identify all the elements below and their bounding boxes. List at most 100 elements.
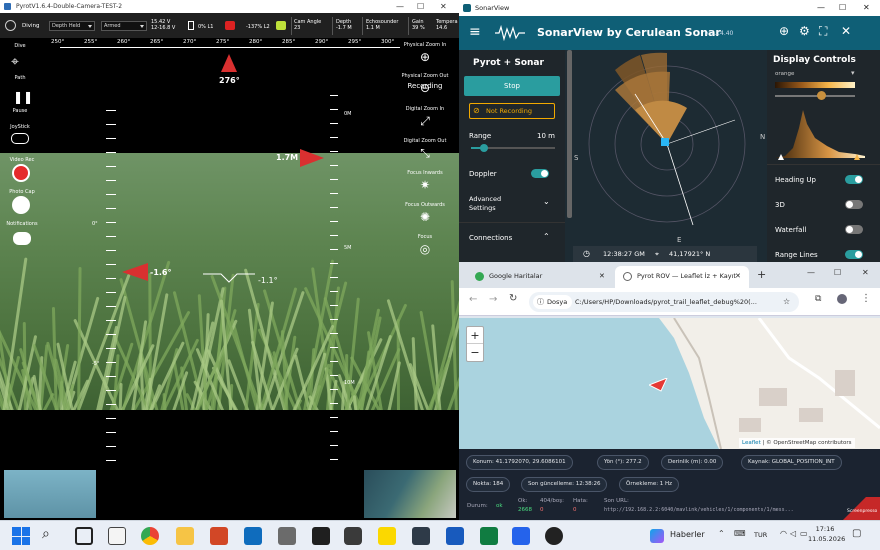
start-button[interactable] (12, 527, 30, 545)
avatar[interactable] (837, 294, 847, 304)
forward-icon[interactable]: → (489, 294, 497, 305)
tool-recording-label[interactable]: Recording (398, 82, 452, 90)
sticky-notes-icon[interactable] (378, 527, 396, 545)
media-player-icon[interactable] (545, 527, 563, 545)
chevron-up-icon[interactable]: ⌃ (543, 232, 550, 241)
search-icon[interactable]: ⌕ (42, 526, 50, 542)
calculator-icon[interactable] (278, 527, 296, 545)
maximize-button[interactable]: ☐ (417, 0, 424, 13)
volume-icon[interactable]: ◁ (790, 529, 796, 538)
pitch-tick (106, 124, 116, 125)
fullscreen-icon[interactable]: ⛶ (819, 24, 827, 39)
widgets-icon[interactable] (108, 527, 126, 545)
target-icon[interactable]: ⊕ (779, 24, 789, 38)
sonar-display[interactable] (575, 50, 765, 246)
chat-bubble-icon[interactable] (13, 232, 31, 245)
gamepad-icon[interactable] (11, 133, 29, 144)
close-button[interactable]: ✕ (862, 268, 869, 277)
chevron-down-icon[interactable]: ▾ (851, 69, 855, 77)
range-slider-handle[interactable] (479, 144, 488, 152)
back-icon[interactable]: ← (469, 294, 477, 305)
close-button[interactable]: ✕ (863, 0, 870, 16)
gain-slider[interactable] (775, 95, 855, 97)
connections-label[interactable]: Connections (469, 234, 512, 242)
leaflet-map[interactable]: + − Leaflet | © OpenStreetMap contributo… (459, 318, 880, 449)
advanced-settings-label[interactable]: Advanced Settings (469, 195, 525, 213)
recording-status[interactable]: ⊘ Not Recording (469, 103, 555, 119)
outlook-icon[interactable] (244, 527, 262, 545)
network-icon[interactable]: ⌨ (734, 529, 746, 538)
bookmark-star-icon[interactable]: ☆ (783, 292, 790, 312)
heading-up-toggle[interactable] (845, 175, 863, 184)
news-icon[interactable] (650, 529, 664, 543)
tab-google-maps[interactable]: Google Haritalar ✕ (467, 266, 613, 288)
chrome-icon[interactable] (141, 527, 159, 545)
divider (332, 17, 333, 35)
arm-select[interactable]: Armed (101, 21, 147, 31)
close-button[interactable]: ✕ (440, 0, 447, 13)
more-menu-icon[interactable]: ⋮ (861, 293, 871, 304)
waterfall-toggle[interactable] (845, 225, 863, 234)
gear-icon[interactable]: ⚙ (799, 24, 810, 38)
language-indicator[interactable]: TUR (754, 531, 767, 539)
tool-zoom-in-icon[interactable]: Physical Zoom In ⊕ (398, 42, 452, 64)
news-label[interactable]: Haberler (670, 530, 705, 539)
tool-aperture-icon[interactable]: Focus ◎ (398, 234, 452, 256)
battery-icon[interactable]: ▭ (800, 529, 808, 538)
palette-select[interactable]: orange (775, 71, 794, 77)
chevron-up-icon[interactable]: ⌃ (718, 529, 725, 538)
gain-slider-handle[interactable] (817, 91, 826, 100)
app-icon[interactable] (512, 527, 530, 545)
leaflet-link[interactable]: Leaflet (742, 440, 761, 446)
extensions-icon[interactable]: ⧉ (815, 294, 821, 304)
stop-button[interactable]: Stop (464, 76, 560, 96)
clock[interactable]: 17:16 11.05.2026 (808, 524, 845, 544)
minimize-button[interactable]: — (807, 268, 815, 277)
tool-focus-out-icon[interactable]: Focus Outwards ✺ (398, 202, 452, 224)
excel-icon[interactable] (480, 527, 498, 545)
satellite-map-thumbnail[interactable] (364, 470, 456, 518)
tool-focus-in-icon[interactable]: Focus Inwards ✷ (398, 170, 452, 192)
pause-icon[interactable]: ❚❚ (13, 90, 33, 104)
range-lines-toggle[interactable] (845, 250, 863, 259)
scrollbar[interactable] (567, 50, 572, 218)
maximize-button[interactable]: ☐ (834, 268, 841, 277)
path-icon[interactable]: ⌖ (11, 54, 19, 70)
reload-icon[interactable]: ↻ (509, 293, 517, 304)
echosounder-readout: Echosounder 1.1 M (366, 19, 398, 31)
minimize-button[interactable]: — (396, 0, 404, 13)
close-tab-icon[interactable]: ✕ (599, 266, 605, 286)
pitch-arrow-icon (122, 263, 148, 281)
app-icon (4, 3, 11, 10)
minimize-button[interactable]: — (817, 0, 825, 16)
zoom-out-button[interactable]: − (467, 344, 483, 361)
rov-marker-icon[interactable] (649, 378, 669, 392)
close-tab-icon[interactable]: ✕ (735, 266, 741, 286)
vscode-icon[interactable] (412, 527, 430, 545)
powerpoint-icon[interactable] (210, 527, 228, 545)
new-tab-button[interactable]: + (757, 268, 766, 281)
chevron-down-icon[interactable]: ⌄ (543, 197, 550, 206)
doppler-toggle[interactable] (531, 169, 549, 178)
tool-expand-icon[interactable]: Digital Zoom In ⤢ (398, 106, 452, 128)
tool-collapse-icon[interactable]: Digital Zoom Out ⤡ (398, 138, 452, 160)
zoom-in-button[interactable]: + (467, 327, 483, 344)
tab-pyrot-leaflet[interactable]: Pyrot ROV — Leaflet İz + Kayıt ✕ (615, 266, 749, 288)
secondary-camera-thumbnail[interactable] (4, 470, 96, 518)
url-field[interactable]: Dosya ⓘ C:/Users/HP/Downloads/pyrot_trai… (529, 292, 799, 312)
maximize-button[interactable]: ☐ (839, 0, 846, 16)
terminal-icon[interactable] (312, 527, 330, 545)
camera-app-icon[interactable] (344, 527, 362, 545)
close-icon[interactable]: ✕ (841, 24, 851, 38)
menu-icon[interactable]: ≡ (469, 24, 481, 40)
task-view-icon[interactable] (75, 527, 93, 545)
word-icon[interactable] (446, 527, 464, 545)
notifications-icon[interactable]: ▢ (852, 528, 861, 539)
recording-label: Not Recording (486, 107, 532, 115)
video-rec-button[interactable] (12, 164, 30, 182)
file-explorer-icon[interactable] (176, 527, 194, 545)
photo-capture-button[interactable] (12, 196, 30, 214)
wifi-icon[interactable]: ◠ (780, 529, 787, 538)
depth-mode-select[interactable]: Depth Held (49, 21, 95, 31)
3d-toggle[interactable] (845, 200, 863, 209)
